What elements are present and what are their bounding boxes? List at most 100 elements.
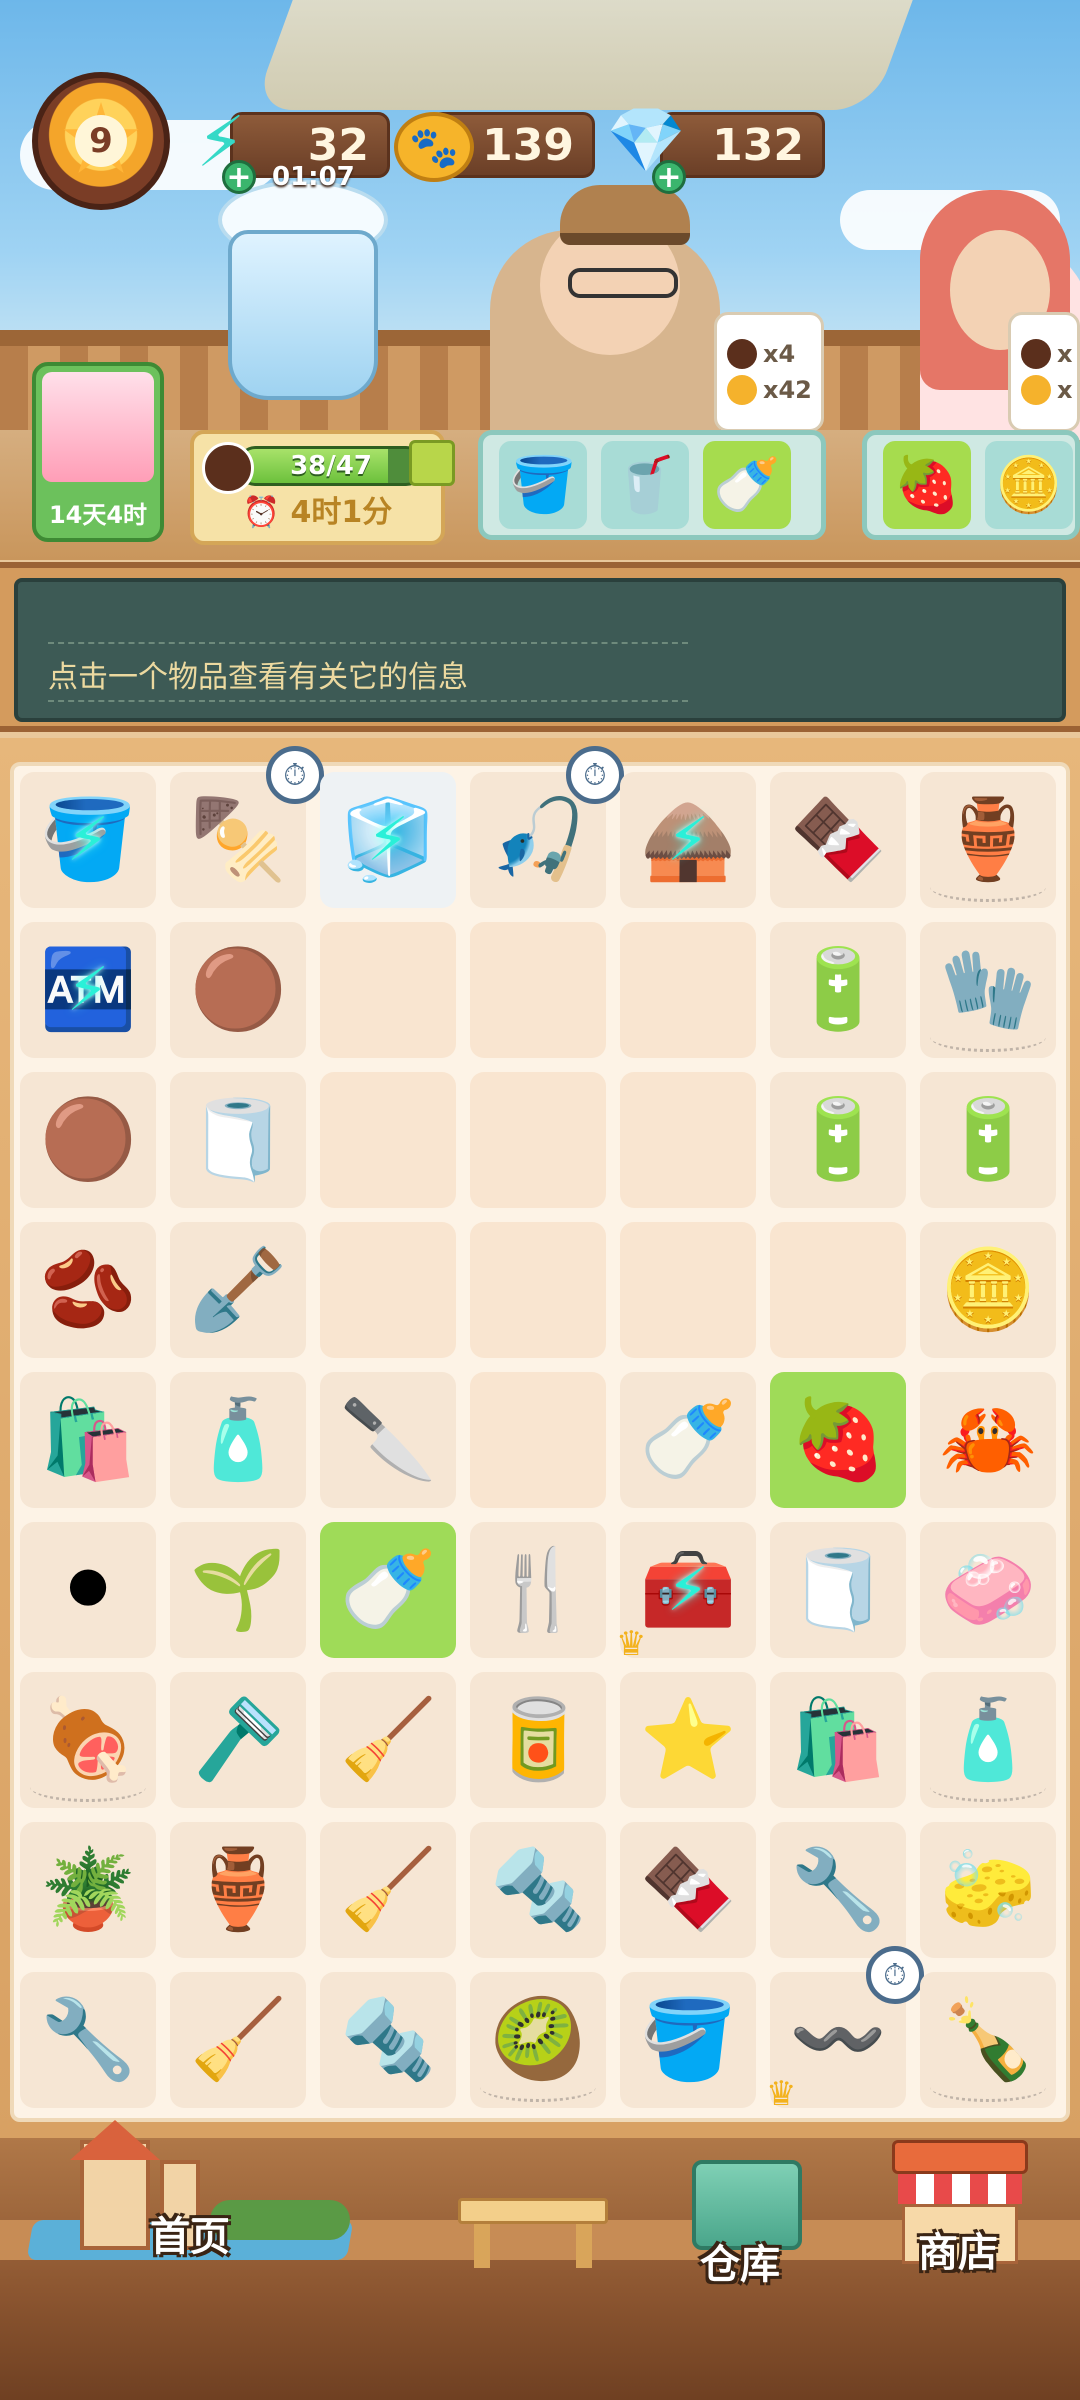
grid-cell[interactable]: 🍢 ⏱ (170, 746, 324, 908)
order-progress-panel[interactable]: 38/47 ⏰ 4时1分 (190, 430, 455, 545)
shop-nav-button[interactable]: 商店 (892, 2140, 1028, 2276)
toothpaste-icon[interactable]: 🧴 (189, 1395, 286, 1486)
seed-icon[interactable]: 🫘 (39, 1245, 136, 1336)
customer-order-board[interactable]: 🍓 🪙 (862, 430, 1080, 540)
grid-cell[interactable]: 🔩 (320, 1972, 456, 2108)
empty-cell[interactable] (620, 1072, 756, 1208)
order-slot-pink-bucket[interactable]: 🪣 (499, 441, 587, 529)
grid-cell[interactable]: 🧹 (170, 1972, 306, 2108)
fork-icon[interactable]: 🍴 (489, 1545, 586, 1636)
plastic-bag-icon[interactable]: 🛍️ (789, 1695, 886, 1786)
grid-cell[interactable]: 🥝 (470, 1972, 606, 2108)
grid-cell[interactable]: 🔩 (470, 1822, 606, 1958)
empty-cell[interactable] (470, 1372, 606, 1508)
grid-cell[interactable]: 🏺 (170, 1822, 306, 1958)
chocolate-ball-icon[interactable]: 🟤 (189, 945, 286, 1036)
home-nav-button[interactable]: 首页 (26, 2120, 354, 2270)
grid-cell[interactable]: 🪒 (170, 1672, 306, 1808)
grid-cell[interactable]: 🍖 (20, 1672, 156, 1808)
order-slot-coin-stack[interactable]: 🪙 (985, 441, 1073, 529)
battery-icon[interactable]: 🔋 (789, 1095, 886, 1186)
grid-cell[interactable]: 🧊 ⚡ (320, 772, 456, 908)
grid-cell[interactable]: 🫘 (20, 1222, 156, 1358)
empty-cell[interactable] (620, 1222, 756, 1358)
grid-cell[interactable]: 🏺 (920, 772, 1056, 908)
empty-cell[interactable] (320, 1222, 456, 1358)
grid-cell[interactable]: 🔋 (770, 922, 906, 1058)
shovel-icon[interactable]: 🪏 (189, 1245, 286, 1336)
grid-cell[interactable]: 🍫 (770, 772, 906, 908)
grid-cell[interactable]: 🍼 (620, 1372, 756, 1508)
empty-cell[interactable] (470, 922, 606, 1058)
grid-cell[interactable]: 🧴 (170, 1372, 306, 1508)
soap-icon[interactable]: 🧼 (939, 1545, 1036, 1636)
grid-cell[interactable]: 🔪 (320, 1372, 456, 1508)
hex-nut-icon[interactable]: 🔩 (489, 1845, 586, 1936)
grid-cell[interactable]: 🧹 (320, 1672, 456, 1808)
broom-icon[interactable]: 🧹 (339, 1695, 436, 1786)
yellow-towel-icon[interactable]: 🧽 (939, 1845, 1036, 1936)
empty-cell[interactable] (320, 1072, 456, 1208)
grid-cell[interactable]: 🧻 (770, 1522, 906, 1658)
battery-small-icon[interactable]: 🔋 (789, 945, 886, 1036)
crab-icon[interactable]: 🦀 (939, 1395, 1036, 1486)
potted-plant-icon[interactable]: 🪴 (39, 1845, 136, 1936)
choco-sticks-icon[interactable]: 🍫 (639, 1845, 736, 1936)
watering-can-icon[interactable]: 🪣 (639, 1995, 736, 2086)
grid-cell[interactable]: 🛍️ (20, 1372, 156, 1508)
add-energy-button[interactable]: + (222, 160, 256, 195)
trowel-icon[interactable]: 🔪 (339, 1395, 436, 1486)
fishing-rod-icon[interactable]: 🎣 (489, 795, 586, 886)
grid-cell[interactable]: 🧽 (920, 1822, 1056, 1958)
grid-cell[interactable]: ⭐ (620, 1672, 756, 1808)
grid-cell[interactable]: 🍾 (920, 1972, 1056, 2108)
grid-cell[interactable]: 🌱 (170, 1522, 306, 1658)
grid-cell[interactable]: 🟤 (170, 922, 306, 1058)
dustpan-icon[interactable]: 🧹 (189, 1995, 286, 2086)
go-board-icon[interactable]: ⚫ (55, 1545, 120, 1635)
warehouse-nav-button[interactable]: 仓库 (680, 2150, 830, 2288)
pipe-icon[interactable]: 🔧 (789, 1845, 886, 1936)
vase-icon[interactable]: 🏺 (189, 1845, 286, 1936)
grid-cell[interactable]: 🧻 (170, 1072, 306, 1208)
event-card[interactable]: 14天4时 (32, 362, 164, 542)
grid-cell[interactable]: 🛍️ (770, 1672, 906, 1808)
grid-cell[interactable]: 🪣 ⚡ (20, 772, 156, 908)
milk-bottle-icon[interactable]: 🍼 (639, 1395, 736, 1486)
grid-cell[interactable]: 🪏 (170, 1222, 306, 1358)
grid-cell[interactable]: 🛖 ⚡ (620, 772, 756, 908)
tin-can-icon[interactable]: 🥫 (489, 1695, 586, 1786)
add-gems-button[interactable]: + (652, 160, 686, 195)
towel-icon[interactable]: 🧻 (789, 1545, 886, 1636)
starfish-icon[interactable]: ⭐ (639, 1695, 736, 1786)
chocolate-balls-icon[interactable]: 🟤 (39, 1095, 136, 1186)
grid-cell[interactable]: 🍴 (470, 1522, 606, 1658)
pipe-fittings-icon[interactable]: 🔧 (39, 1995, 136, 2086)
order-slot-strawberry-drink[interactable]: 🍓 (883, 441, 971, 529)
battery-coin-icon[interactable]: 🪙 (939, 1245, 1036, 1336)
battery-large-icon[interactable]: 🔋 (939, 1095, 1036, 1186)
grid-cell[interactable]: 🟤 (20, 1072, 156, 1208)
grid-cell[interactable]: 🦀 (920, 1372, 1056, 1508)
customer-order-board[interactable]: 🪣 🥤 🍼 (478, 430, 826, 540)
grid-cell[interactable]: 🔋 (920, 1072, 1056, 1208)
grid-cell[interactable]: 🪙 (920, 1222, 1056, 1358)
player-level-badge[interactable]: 9 (32, 72, 170, 210)
tangled-wire-icon[interactable]: 〰️ (789, 1995, 886, 2086)
empty-cell[interactable] (320, 922, 456, 1058)
grid-cell[interactable]: 🧴 (920, 1672, 1056, 1808)
sprout-icon[interactable]: 🌱 (189, 1545, 286, 1636)
empty-cell[interactable] (620, 922, 756, 1058)
grid-cell[interactable]: 🔋 (770, 1072, 906, 1208)
grid-cell[interactable]: 🧼 (920, 1522, 1056, 1658)
grid-cell[interactable]: 🍫 (620, 1822, 756, 1958)
chocolate-bar-icon[interactable]: 🍫 (789, 795, 886, 886)
grid-cell[interactable]: 🔧 (770, 1822, 906, 1958)
dustpan-icon[interactable]: 🧹 (339, 1845, 436, 1936)
scraper-icon[interactable]: 🪒 (189, 1695, 286, 1786)
snack-bag-icon[interactable]: 🛍️ (39, 1395, 136, 1486)
milk-bottle-icon[interactable]: 🍼 (339, 1545, 436, 1636)
grid-cell[interactable]: 🧤 (920, 922, 1056, 1058)
screw-icon[interactable]: 🔩 (339, 1995, 436, 2086)
grid-cell[interactable]: ⚫ (20, 1522, 156, 1658)
